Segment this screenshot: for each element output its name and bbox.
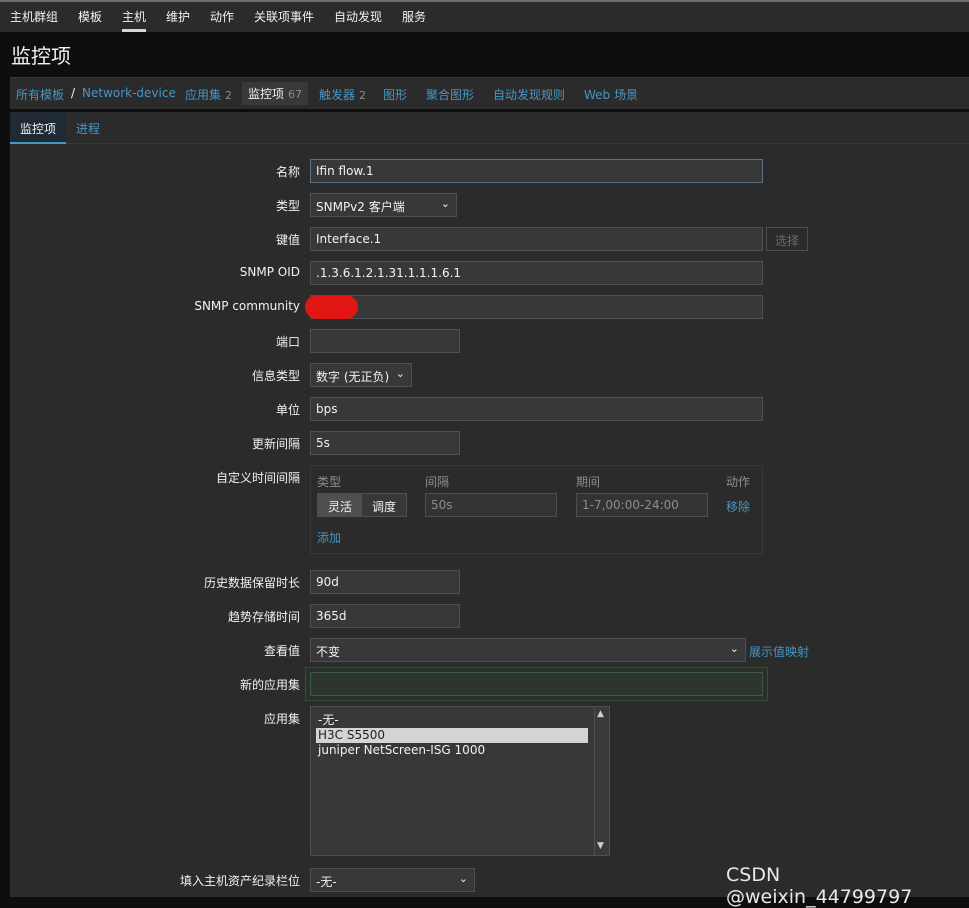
units-label: 单位 — [275, 403, 300, 417]
application-option[interactable]: -无- — [316, 713, 341, 728]
chevron-down-icon: ⌄ — [729, 642, 739, 655]
key-label: 键值 — [275, 233, 300, 247]
value-type-label: 信息类型 — [251, 369, 300, 383]
col-interval: 间隔 — [425, 475, 450, 489]
port-input[interactable] — [310, 329, 460, 353]
crumb-screens[interactable]: 聚合图形 — [426, 86, 474, 103]
applications-label: 应用集 — [263, 712, 300, 726]
units-input[interactable]: bps — [310, 397, 763, 421]
watermark: CSDN @weixin_44799797 — [726, 864, 913, 908]
value-mapping-link[interactable]: 展示值映射 — [749, 643, 809, 660]
inventory-select-value: -无- — [316, 875, 337, 889]
value-type-select-value: 数字 (无正负) — [316, 370, 390, 384]
flexible-option[interactable]: 灵活 — [318, 494, 363, 516]
interval-type-toggle: 灵活 调度 — [317, 493, 408, 517]
custom-intervals-label: 自定义时间间隔 — [215, 471, 300, 485]
key-input[interactable]: Interface.1 — [310, 227, 763, 251]
update-interval-label: 更新间隔 — [251, 437, 300, 451]
show-value-label: 查看值 — [263, 644, 300, 658]
trends-input[interactable]: 365d — [310, 604, 460, 628]
crumb-graphs[interactable]: 图形 — [383, 86, 407, 103]
application-option[interactable]: juniper NetScreen-ISG 1000 — [316, 743, 487, 758]
chevron-down-icon: ⌄ — [395, 367, 405, 380]
select-key-button[interactable]: 选择 — [766, 227, 809, 251]
trends-label: 趋势存储时间 — [227, 610, 300, 624]
new-application-label: 新的应用集 — [239, 678, 300, 692]
crumb-web-scenarios[interactable]: Web 场景 — [584, 86, 638, 103]
snmp-community-label: SNMP community — [194, 299, 300, 313]
scroll-up-icon[interactable]: ▲ — [597, 709, 604, 719]
interval-input[interactable]: 50s — [425, 493, 557, 517]
nav-services[interactable]: 服务 — [402, 8, 426, 25]
nav-discovery[interactable]: 自动发现 — [334, 8, 382, 25]
chevron-down-icon: ⌄ — [440, 197, 450, 210]
add-interval-link[interactable]: 添加 — [317, 529, 341, 546]
name-input[interactable]: Ifin flow.1 — [310, 159, 763, 183]
redaction-mark — [305, 295, 358, 319]
show-value-select-value: 不变 — [316, 645, 341, 659]
show-value-select[interactable]: 不变 ⌄ — [310, 638, 746, 662]
col-type: 类型 — [317, 475, 342, 489]
chevron-down-icon: ⌄ — [458, 872, 468, 885]
name-label: 名称 — [275, 165, 300, 179]
history-label: 历史数据保留时长 — [203, 576, 300, 590]
update-interval-input[interactable]: 5s — [310, 431, 460, 455]
triggers-count: 2 — [359, 89, 367, 102]
snmp-community-input[interactable] — [310, 295, 763, 319]
snmp-oid-label: SNMP OID — [239, 265, 300, 279]
type-select[interactable]: SNMPv2 客户端 ⌄ — [310, 193, 457, 217]
col-period: 期间 — [576, 475, 601, 489]
history-input[interactable]: 90d — [310, 570, 460, 594]
snmp-oid-input[interactable]: .1.3.6.1.2.1.31.1.1.1.6.1 — [310, 261, 763, 285]
remove-link[interactable]: 移除 — [726, 498, 750, 515]
applications-listbox[interactable]: -无- H3C S5500 juniper NetScreen-ISG 1000… — [310, 706, 610, 856]
custom-intervals-table: 类型 间隔 期间 动作 灵活 调度 50s 1-7,00:00-24:00 移除… — [310, 465, 763, 554]
type-label: 类型 — [275, 199, 300, 213]
port-label: 端口 — [275, 335, 300, 349]
value-type-select[interactable]: 数字 (无正负) ⌄ — [310, 363, 412, 387]
listbox-scrollbar[interactable]: ▲ ▼ — [594, 707, 609, 855]
type-select-value: SNMPv2 客户端 — [316, 200, 405, 214]
inventory-label: 填入主机资产纪录栏位 — [179, 874, 300, 888]
label-column: 名称 类型 键值 SNMP OID SNMP community 端口 信息类型… — [0, 0, 300, 897]
scheduling-option[interactable]: 调度 — [362, 494, 407, 516]
crumb-triggers[interactable]: 触发器 2 — [319, 86, 366, 103]
scroll-down-icon[interactable]: ▼ — [597, 841, 604, 851]
application-option-selected[interactable]: H3C S5500 — [316, 728, 588, 743]
new-application-input[interactable] — [310, 672, 763, 696]
period-input[interactable]: 1-7,00:00-24:00 — [576, 493, 708, 517]
inventory-select[interactable]: -无- ⌄ — [310, 868, 475, 892]
crumb-discovery-rules[interactable]: 自动发现规则 — [493, 86, 565, 103]
col-action: 动作 — [726, 475, 751, 489]
